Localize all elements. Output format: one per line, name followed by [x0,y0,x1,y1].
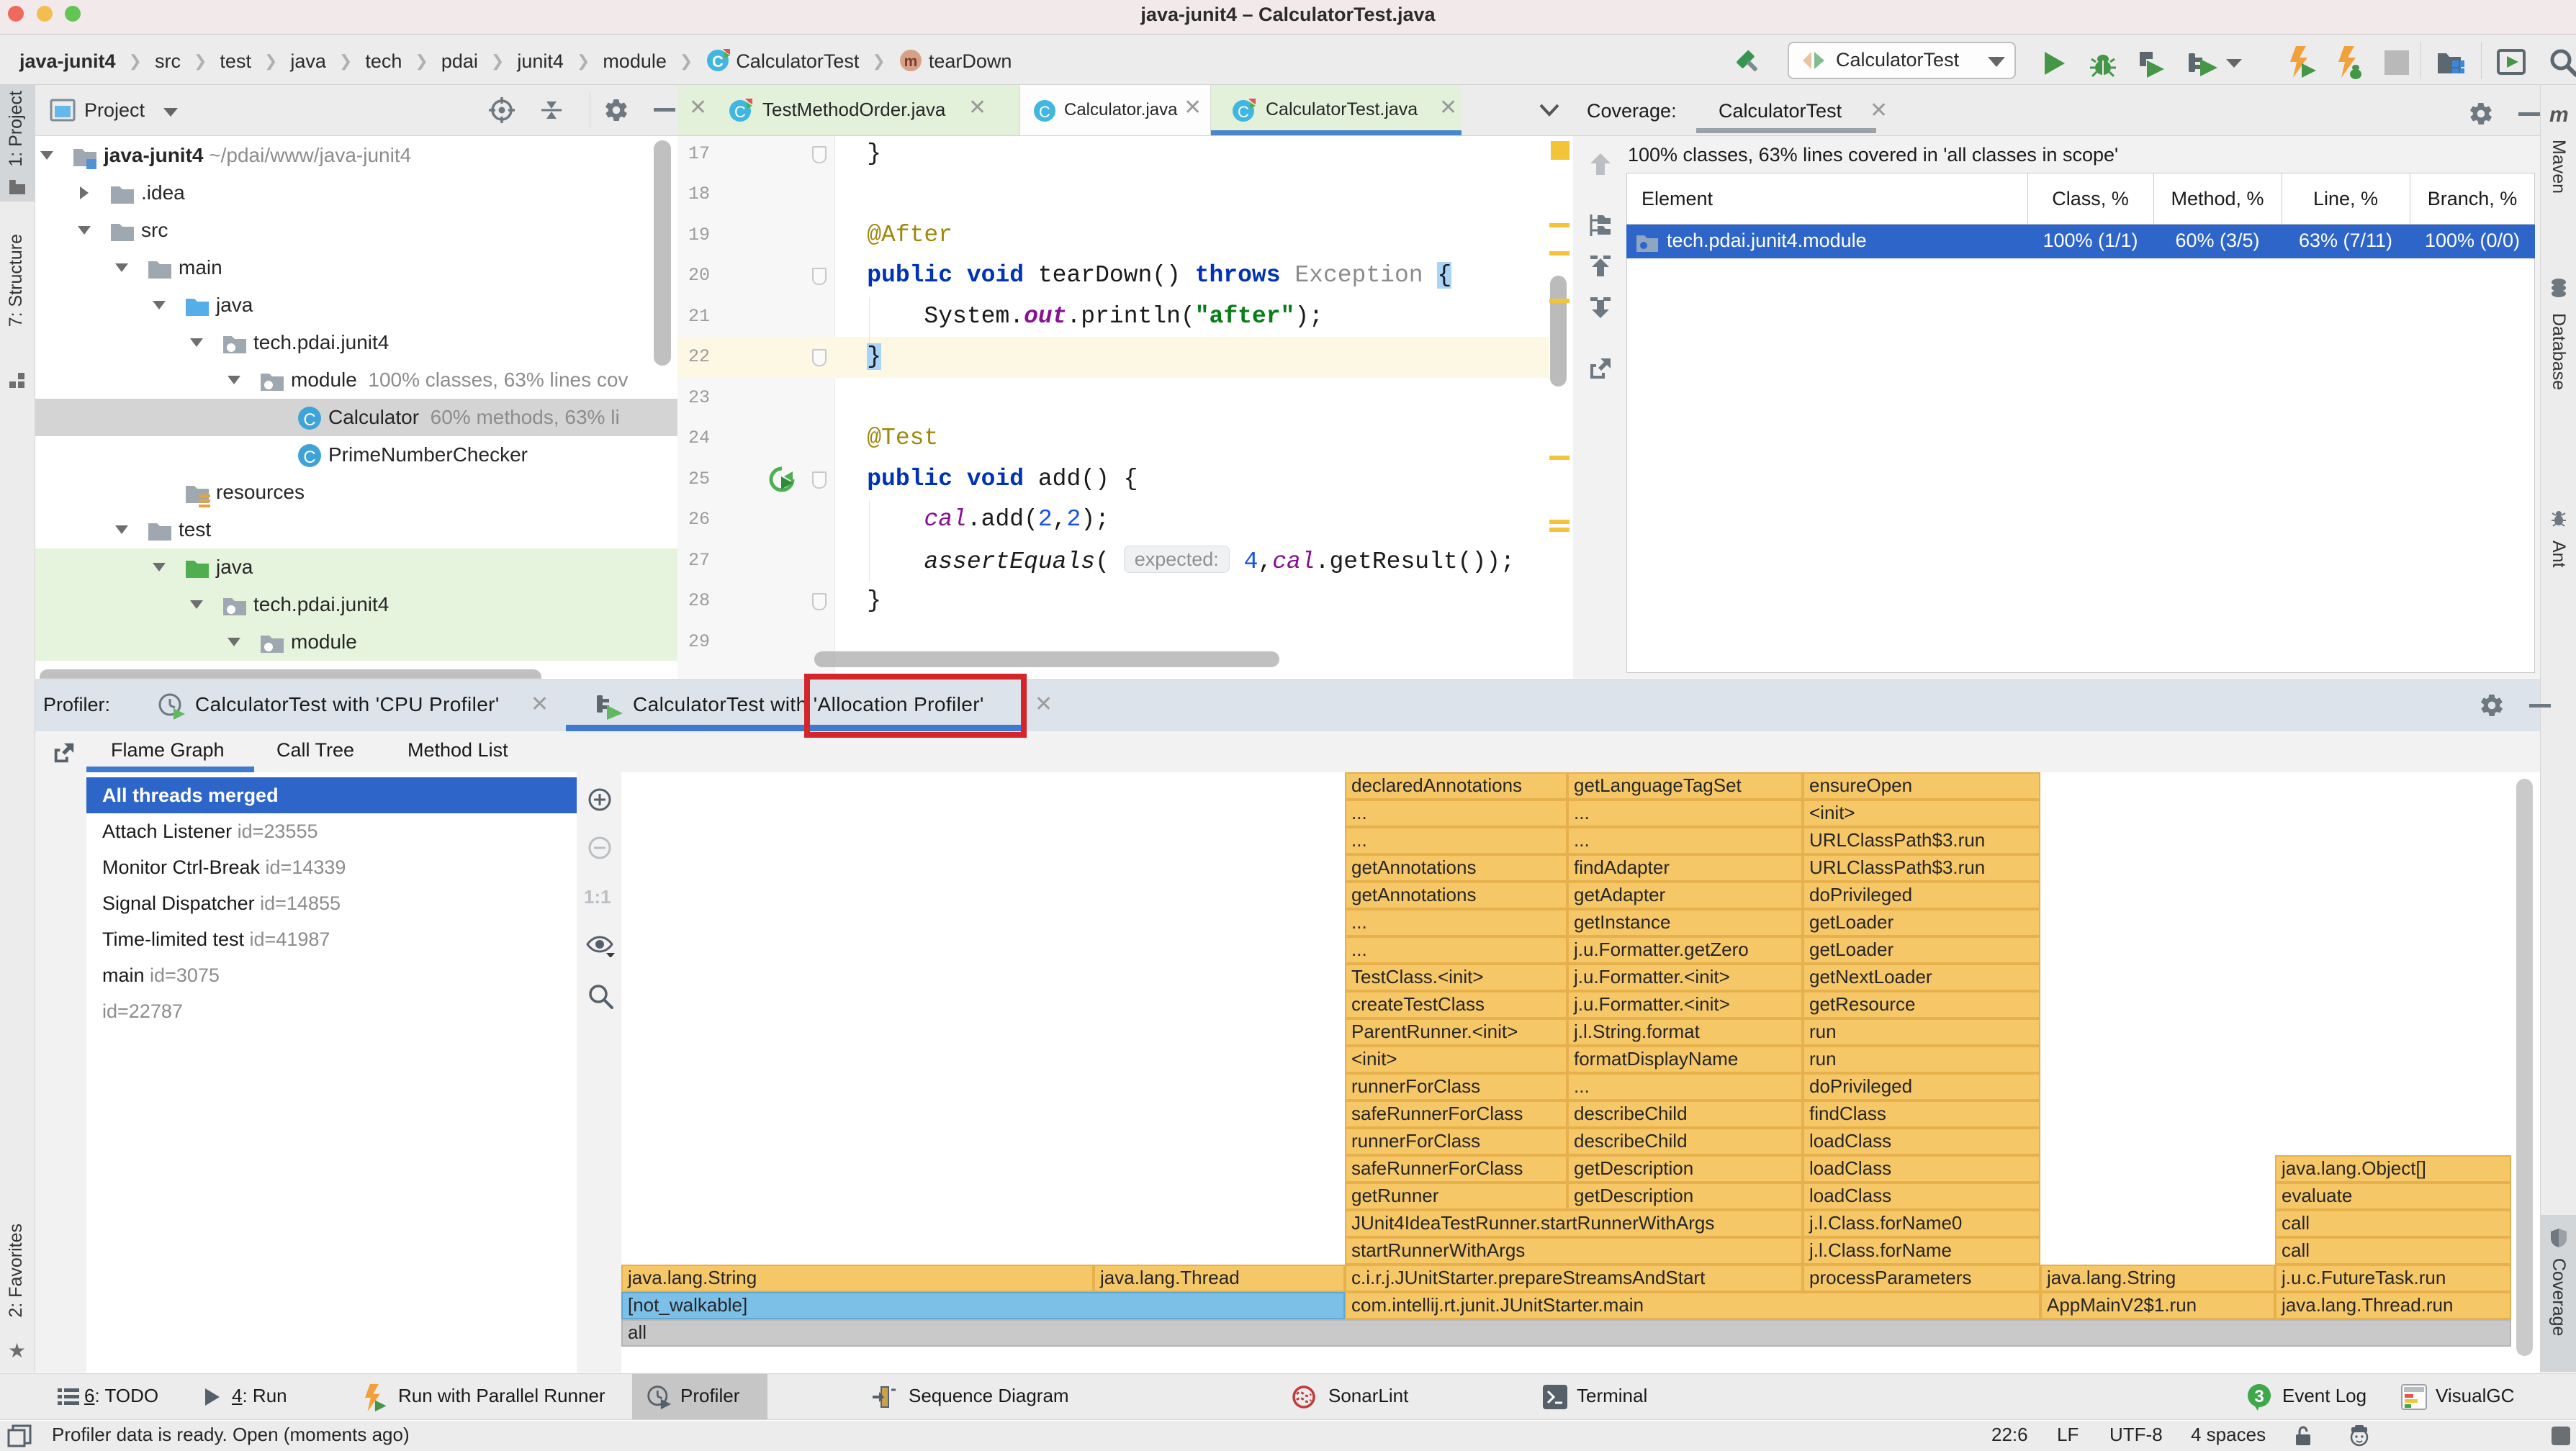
svg-text:3: 3 [2254,1387,2264,1406]
svg-text:C: C [1238,103,1249,121]
svg-text:C: C [303,410,315,430]
svg-text:C: C [303,448,315,467]
svg-text:C: C [1039,103,1050,121]
svg-text:C: C [734,103,746,121]
